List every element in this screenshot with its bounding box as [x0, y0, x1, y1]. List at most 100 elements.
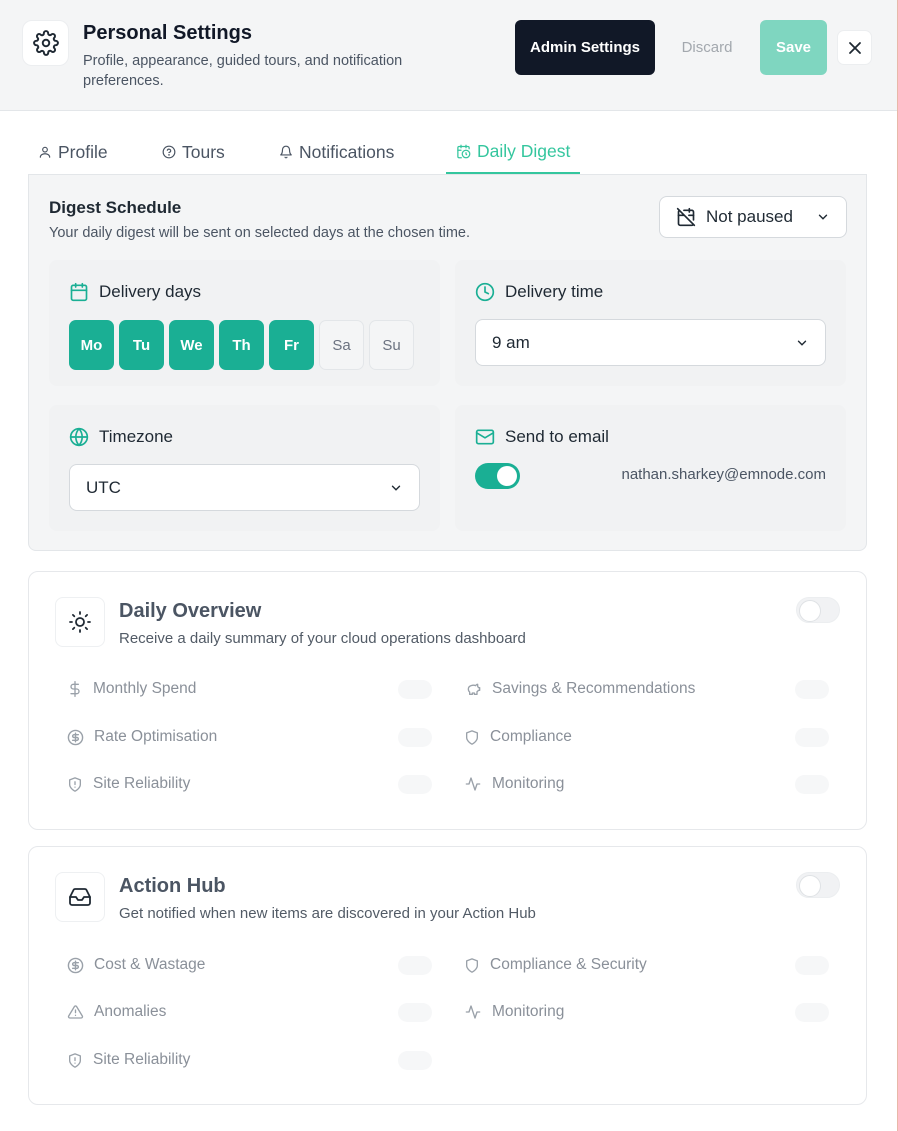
sun-icon: [55, 597, 105, 647]
delivery-time-card: Delivery time 9 am: [455, 260, 846, 386]
globe-icon: [69, 427, 89, 447]
activity-icon: [465, 777, 481, 791]
pause-value: Not paused: [706, 207, 793, 226]
day-toggle-sa[interactable]: Sa: [319, 320, 364, 370]
tab-daily-digest[interactable]: Daily Digest: [446, 130, 581, 174]
settings-dialog: Personal Settings Profile, appearance, g…: [0, 0, 898, 1131]
option-toggle[interactable]: [795, 1003, 829, 1022]
option-toggle[interactable]: [398, 728, 432, 747]
delivery-time-value: 9 am: [492, 332, 530, 352]
delivery-time-select[interactable]: 9 am: [475, 319, 826, 366]
option-toggle[interactable]: [398, 775, 432, 794]
day-toggle-fr[interactable]: Fr: [269, 320, 314, 370]
option-monitoring[interactable]: Monitoring: [454, 992, 839, 1032]
timezone-select[interactable]: UTC: [69, 464, 420, 511]
timezone-card: Timezone UTC: [49, 405, 440, 531]
day-toggle-we[interactable]: We: [169, 320, 214, 370]
circle-dollar-icon: [67, 957, 84, 973]
option-compliance-security[interactable]: Compliance & Security: [454, 945, 839, 985]
send-email-card: Send to email nathan.sharkey@emnode.com: [455, 405, 846, 531]
tab-label: Notifications: [299, 141, 395, 162]
dollar-icon: [70, 681, 80, 697]
shield-icon: [466, 957, 478, 973]
option-rate-optimisation[interactable]: Rate Optimisation: [57, 717, 442, 757]
gear-icon: [22, 20, 69, 66]
send-email-label: Send to email: [475, 427, 609, 447]
tab-bar: Profile Tours Notifications Daily Digest: [28, 130, 868, 174]
save-button[interactable]: Save: [760, 20, 827, 75]
tab-tours[interactable]: Tours: [152, 130, 235, 174]
option-toggle[interactable]: [398, 680, 432, 699]
option-monthly-spend[interactable]: Monthly Spend: [57, 669, 442, 709]
option-toggle[interactable]: [795, 775, 829, 794]
action-hub-title: Action Hub: [119, 875, 226, 897]
page-subtitle: Profile, appearance, guided tours, and n…: [83, 53, 403, 89]
day-toggle-th[interactable]: Th: [219, 320, 264, 370]
chevron-down-icon: [797, 340, 807, 346]
action-hub-toggle[interactable]: [796, 872, 840, 898]
option-anomalies[interactable]: Anomalies: [57, 992, 442, 1032]
option-toggle[interactable]: [795, 680, 829, 699]
option-toggle[interactable]: [398, 1003, 432, 1022]
dialog-header: Personal Settings Profile, appearance, g…: [0, 0, 897, 111]
option-monitoring[interactable]: Monitoring: [454, 764, 839, 804]
calendar-clock-icon: [457, 144, 471, 158]
option-cost-wastage[interactable]: Cost & Wastage: [57, 945, 442, 985]
tab-profile[interactable]: Profile: [28, 130, 118, 174]
help-circle-icon: [162, 145, 176, 159]
shield-icon: [466, 729, 478, 745]
daily-overview-subtitle: Receive a daily summary of your cloud op…: [119, 630, 526, 647]
shield-alert-icon: [69, 1052, 81, 1068]
option-compliance[interactable]: Compliance: [454, 717, 839, 757]
delivery-days-label: Delivery days: [69, 282, 201, 302]
circle-dollar-icon: [67, 729, 84, 745]
user-icon: [39, 146, 51, 158]
chevron-down-icon: [391, 485, 401, 491]
daily-overview-title: Daily Overview: [119, 600, 262, 622]
option-toggle[interactable]: [795, 956, 829, 975]
close-button[interactable]: [837, 30, 872, 65]
clock-icon: [475, 282, 495, 302]
day-toggle-mo[interactable]: Mo: [69, 320, 114, 370]
discard-button[interactable]: Discard: [670, 20, 744, 75]
day-toggle-su[interactable]: Su: [369, 320, 414, 370]
action-hub-section: Action Hub Get notified when new items a…: [28, 846, 867, 1105]
warning-icon: [67, 1005, 84, 1019]
close-icon: [848, 41, 861, 54]
timezone-value: UTC: [86, 477, 121, 497]
bell-icon: [280, 145, 292, 159]
day-picker: Mo Tu We Th Fr Sa Su: [69, 320, 414, 370]
chevron-down-icon: [818, 214, 828, 220]
daily-overview-section: Daily Overview Receive a daily summary o…: [28, 571, 867, 830]
page-title: Personal Settings: [83, 22, 252, 44]
pause-select[interactable]: Not paused: [659, 196, 847, 238]
day-toggle-tu[interactable]: Tu: [119, 320, 164, 370]
delivery-days-card: Delivery days Mo Tu We Th Fr Sa Su: [49, 260, 440, 386]
tab-label: Profile: [58, 141, 108, 162]
email-address: nathan.sharkey@emnode.com: [621, 466, 826, 483]
option-site-reliability[interactable]: Site Reliability: [57, 1040, 442, 1080]
option-toggle[interactable]: [398, 956, 432, 975]
schedule-title: Digest Schedule: [49, 198, 182, 217]
digest-schedule-panel: Digest Schedule Your daily digest will b…: [28, 174, 867, 551]
calendar-off-icon: [676, 207, 696, 227]
shield-alert-icon: [69, 776, 81, 792]
tab-label: Tours: [182, 141, 225, 162]
delivery-time-label: Delivery time: [475, 282, 603, 302]
action-hub-subtitle: Get notified when new items are discover…: [119, 905, 536, 922]
tab-label: Daily Digest: [477, 140, 571, 161]
option-toggle[interactable]: [398, 1051, 432, 1070]
option-toggle[interactable]: [795, 728, 829, 747]
activity-icon: [465, 1005, 481, 1019]
schedule-subtitle: Your daily digest will be sent on select…: [49, 225, 471, 241]
send-email-toggle[interactable]: [475, 463, 520, 489]
option-savings-recommendations[interactable]: Savings & Recommendations: [454, 669, 839, 709]
tab-notifications[interactable]: Notifications: [269, 130, 404, 174]
daily-overview-toggle[interactable]: [796, 597, 840, 623]
piggy-bank-icon: [467, 683, 481, 695]
admin-settings-button[interactable]: Admin Settings: [515, 20, 655, 75]
mail-icon: [475, 429, 495, 445]
calendar-icon: [70, 282, 88, 302]
timezone-label: Timezone: [69, 427, 173, 447]
option-site-reliability[interactable]: Site Reliability: [57, 764, 442, 804]
